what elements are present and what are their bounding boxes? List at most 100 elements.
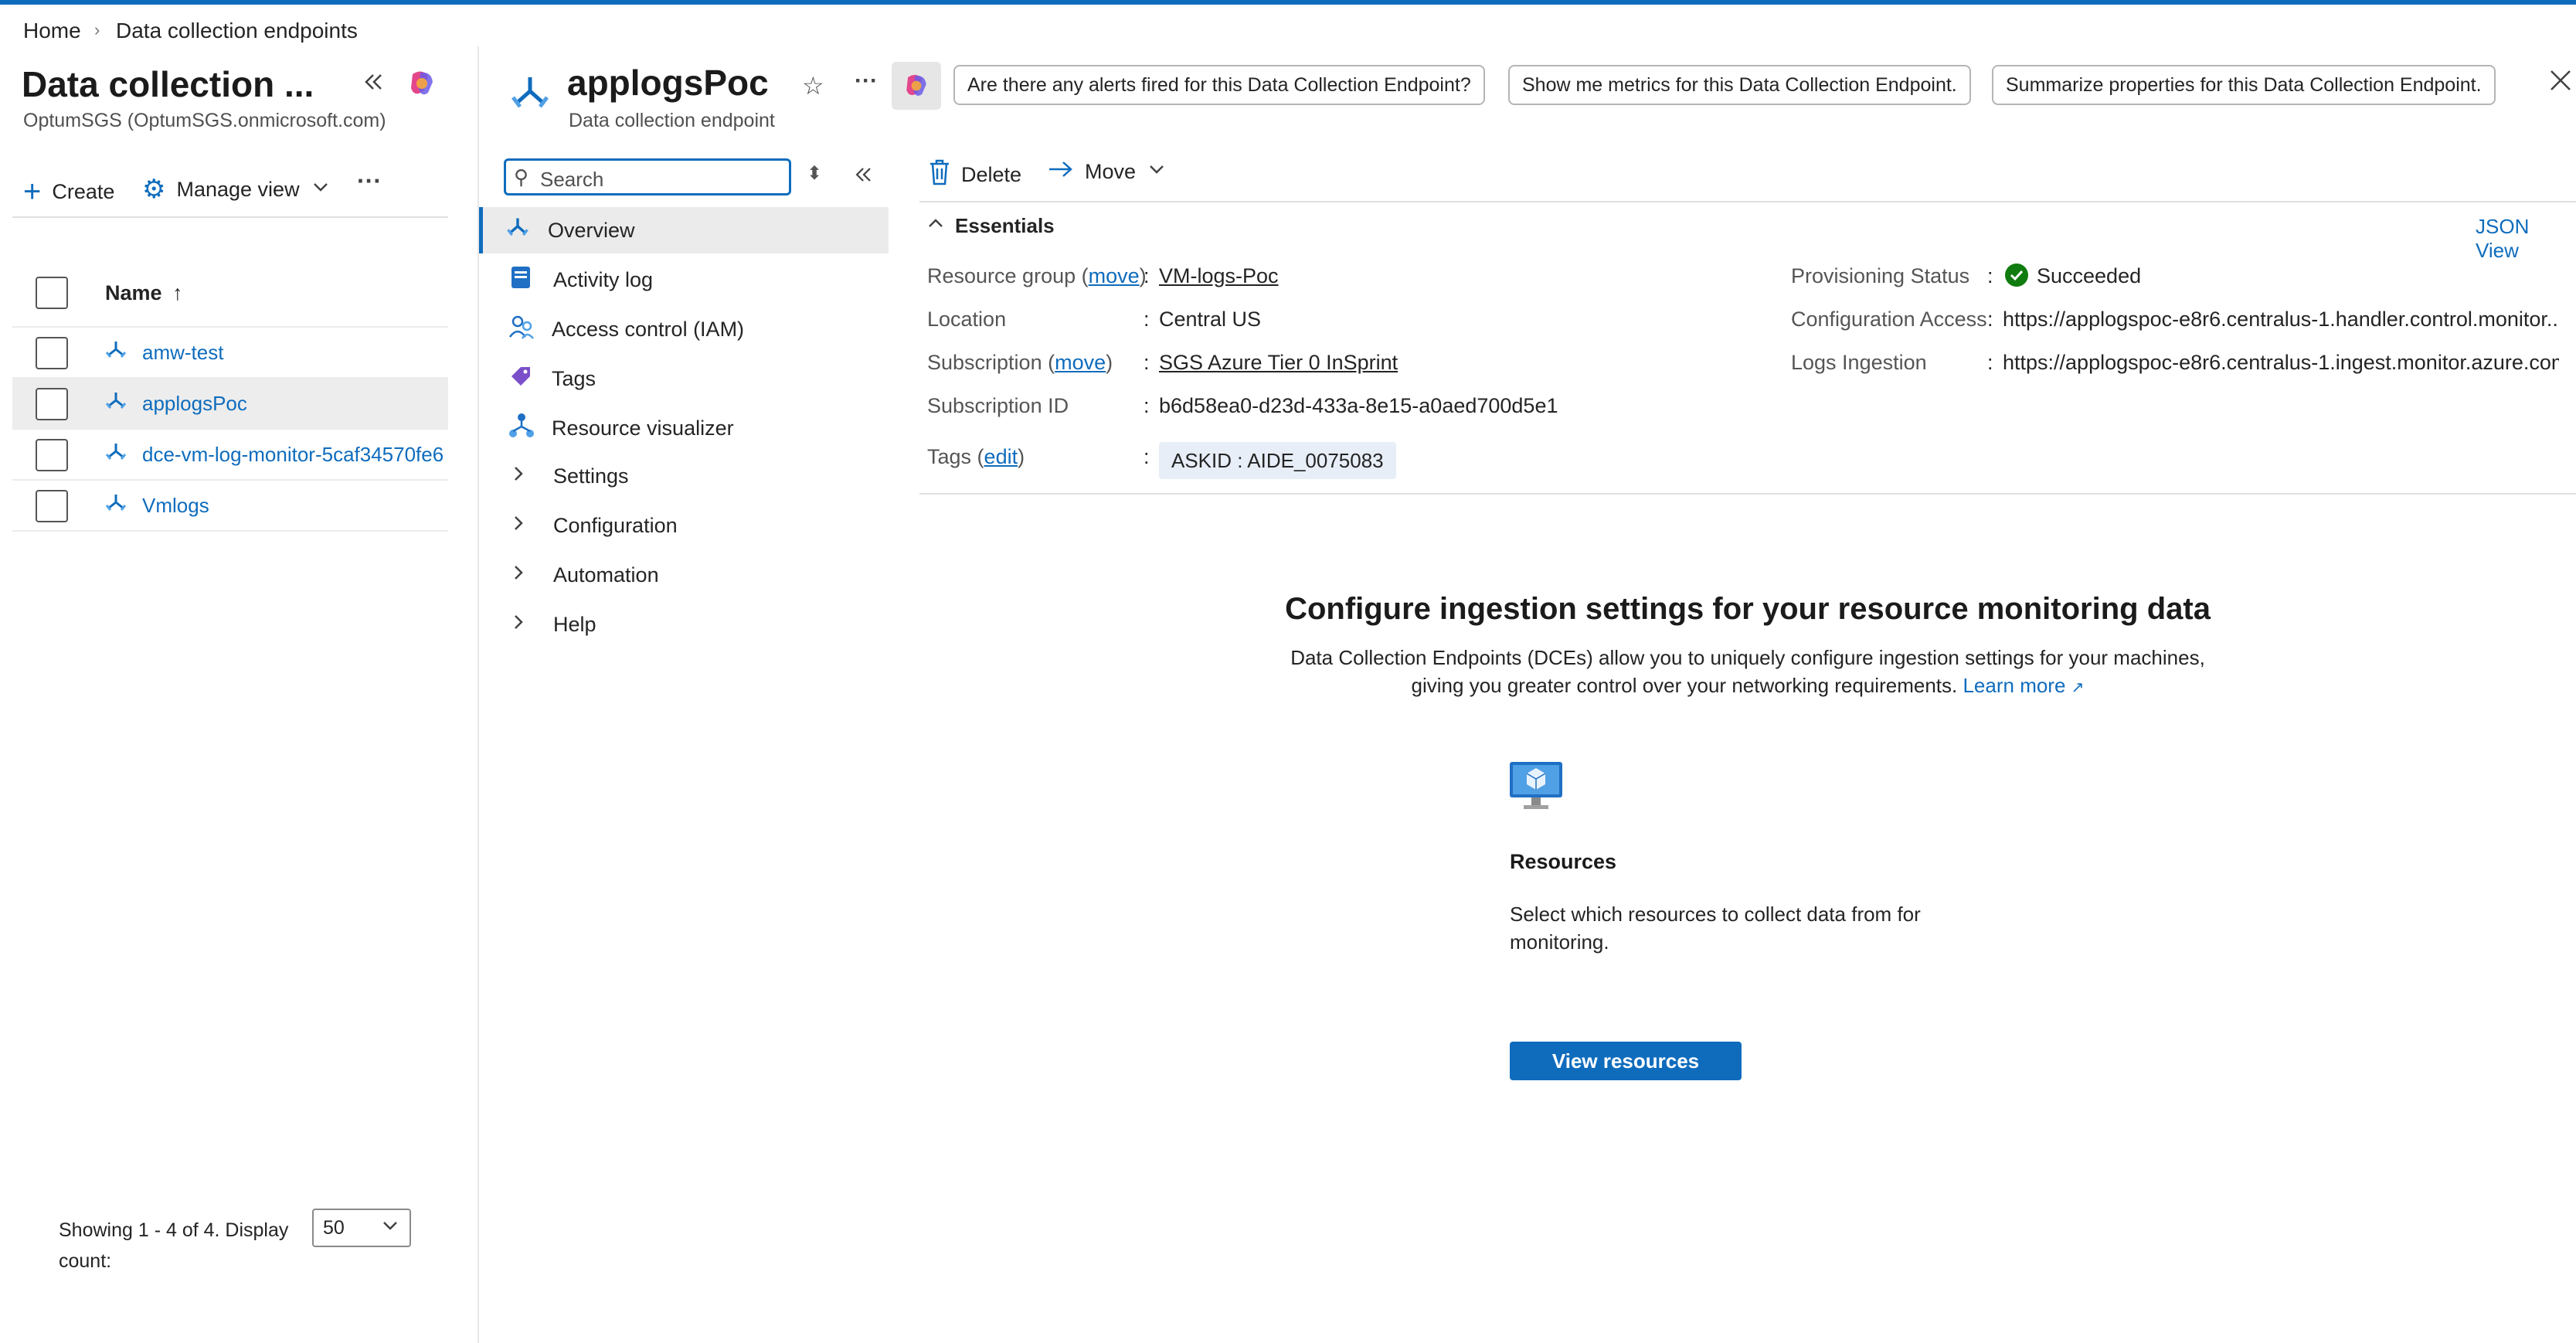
visualizer-icon xyxy=(508,413,552,444)
row-checkbox[interactable] xyxy=(36,490,68,522)
display-count-select[interactable]: 50 xyxy=(312,1209,411,1247)
row-checkbox[interactable] xyxy=(36,439,68,471)
row-checkbox[interactable] xyxy=(36,337,68,369)
resource-more-button[interactable]: ··· xyxy=(855,68,878,94)
colon: : xyxy=(1987,264,1993,287)
menu-item-activity-log[interactable]: Activity log xyxy=(479,257,889,303)
subscription-id-value: b6d58ea0-d23d-433a-8e15-a0aed700d5e1 xyxy=(1159,394,1558,417)
table-row[interactable] xyxy=(12,481,448,530)
colon: : xyxy=(1144,351,1150,374)
row-name-link[interactable]: Vmlogs xyxy=(142,494,209,518)
plus-icon: + xyxy=(23,175,42,209)
menu-search-input[interactable]: ⚲ Search xyxy=(504,158,791,196)
data-collection-endpoint-icon xyxy=(104,440,128,465)
menu-item-iam[interactable]: Access control (IAM) xyxy=(479,306,889,352)
external-link-icon: ↗ xyxy=(2071,679,2085,696)
list-blade-title: Data collection ... xyxy=(22,64,314,104)
menu-group-label: Help xyxy=(553,612,596,636)
expand-collapse-icon[interactable]: ⬍ xyxy=(807,162,822,185)
copilot-icon[interactable] xyxy=(405,66,439,100)
top-accent-bar xyxy=(0,0,2576,5)
colon: : xyxy=(1144,445,1150,468)
breadcrumb-chevron-icon: › xyxy=(94,20,100,39)
select-all-checkbox[interactable] xyxy=(36,277,68,309)
subscription-link[interactable]: SGS Azure Tier 0 InSprint xyxy=(1159,351,1398,375)
menu-group-label: Settings xyxy=(553,464,629,488)
subscription-id-label: Subscription ID xyxy=(927,394,1069,417)
favorite-star-icon[interactable]: ☆ xyxy=(802,71,824,100)
delete-button[interactable]: Delete xyxy=(929,159,1021,191)
collapse-menu-icon[interactable] xyxy=(851,162,876,187)
row-checkbox[interactable] xyxy=(36,388,68,420)
json-view-link[interactable]: JSON View xyxy=(2476,215,2576,263)
resource-type: Data collection endpoint xyxy=(569,110,775,131)
menu-item-tags[interactable]: Tags xyxy=(479,355,889,402)
copilot-prompt-metrics[interactable]: Show me metrics for this Data Collection… xyxy=(1508,65,1971,105)
iam-icon xyxy=(508,314,552,345)
tags-edit-link[interactable]: edit xyxy=(984,445,1018,468)
move-button[interactable]: Move xyxy=(1048,159,1167,185)
view-resources-button[interactable]: View resources xyxy=(1510,1042,1742,1080)
resources-card-title: Resources xyxy=(1510,850,1617,873)
logs-ingestion-label: Logs Ingestion xyxy=(1791,351,1927,374)
chevron-right-icon xyxy=(510,464,553,489)
location-label: Location xyxy=(927,308,1007,331)
menu-item-resource-visualizer[interactable]: Resource visualizer xyxy=(479,405,889,451)
create-button[interactable]: + Create xyxy=(23,176,114,207)
toolbar-divider xyxy=(12,216,448,218)
pagination-summary: Showing 1 - 4 of 4. Display count: xyxy=(59,1219,289,1272)
configure-description-line1: Data Collection Endpoints (DCEs) allow y… xyxy=(1290,646,2205,669)
tags-label: Tags (edit) xyxy=(927,445,1025,468)
manage-view-button[interactable]: ⚙ Manage view xyxy=(142,176,331,202)
more-options-button[interactable]: ··· xyxy=(357,167,382,196)
close-icon[interactable] xyxy=(2547,66,2574,94)
menu-group-automation[interactable]: Automation xyxy=(479,552,889,598)
chevron-right-icon xyxy=(510,513,553,539)
logs-ingestion-value: https://applogspoc-e8r6.centralus-1.inge… xyxy=(2003,351,2559,374)
resource-group-label: Resource group (move) xyxy=(927,264,1147,287)
resource-group-move-link[interactable]: move xyxy=(1089,264,1140,287)
column-name-label: Name xyxy=(105,281,162,304)
menu-group-help[interactable]: Help xyxy=(479,601,889,648)
colon: : xyxy=(1144,264,1150,287)
essentials-divider xyxy=(919,493,2576,495)
move-label: Move xyxy=(1085,160,1137,183)
configure-heading: Configure ingestion settings for your re… xyxy=(1285,592,2211,626)
create-label: Create xyxy=(52,179,115,203)
subscription-move-link[interactable]: move xyxy=(1055,351,1106,374)
tag-icon xyxy=(508,364,552,394)
data-collection-endpoint-icon xyxy=(104,491,128,516)
copilot-prompt-summarize[interactable]: Summarize properties for this Data Colle… xyxy=(1992,65,2496,105)
essentials-toggle[interactable]: Essentials xyxy=(926,213,1055,239)
copilot-prompt-alerts[interactable]: Are there any alerts fired for this Data… xyxy=(953,65,1485,105)
sort-ascending-icon: ↑ xyxy=(172,281,183,304)
row-name-link[interactable]: applogsPoc xyxy=(142,392,247,416)
menu-item-label: Overview xyxy=(548,218,635,242)
tenant-label: OptumSGS (OptumSGS.onmicrosoft.com) xyxy=(23,110,386,131)
table-row[interactable] xyxy=(12,328,448,377)
resources-card-description-line1: Select which resources to collect data f… xyxy=(1510,903,1921,926)
colon: : xyxy=(1987,308,1993,331)
row-name-link[interactable]: dce-vm-log-monitor-5caf34570fe6 xyxy=(142,443,451,467)
breadcrumb-current[interactable]: Data collection endpoints xyxy=(116,19,358,43)
row-name-link[interactable]: amw-test xyxy=(142,341,223,365)
chevron-up-icon xyxy=(926,213,946,239)
resource-group-link[interactable]: VM-logs-Poc xyxy=(1159,264,1279,288)
learn-more-link[interactable]: Learn more xyxy=(1963,674,2065,697)
subscription-label-text: Subscription xyxy=(927,351,1042,374)
menu-group-label: Configuration xyxy=(553,513,678,537)
configure-description-text: giving you greater control over your net… xyxy=(1411,674,1958,697)
colon: : xyxy=(1987,351,1993,374)
location-value: Central US xyxy=(1159,308,1262,331)
manage-view-label: Manage view xyxy=(176,177,300,201)
menu-group-configuration[interactable]: Configuration xyxy=(479,502,889,549)
menu-item-overview[interactable]: Overview xyxy=(479,207,889,253)
row-divider xyxy=(12,530,448,532)
resource-group-label-text: Resource group xyxy=(927,264,1076,287)
display-count-value: 50 xyxy=(323,1216,345,1239)
collapse-blade-icon[interactable] xyxy=(360,68,388,96)
menu-group-settings[interactable]: Settings xyxy=(479,453,889,499)
column-header-name[interactable]: Name ↑ xyxy=(105,281,183,305)
copilot-button[interactable] xyxy=(892,62,941,110)
breadcrumb-home[interactable]: Home xyxy=(23,19,81,43)
